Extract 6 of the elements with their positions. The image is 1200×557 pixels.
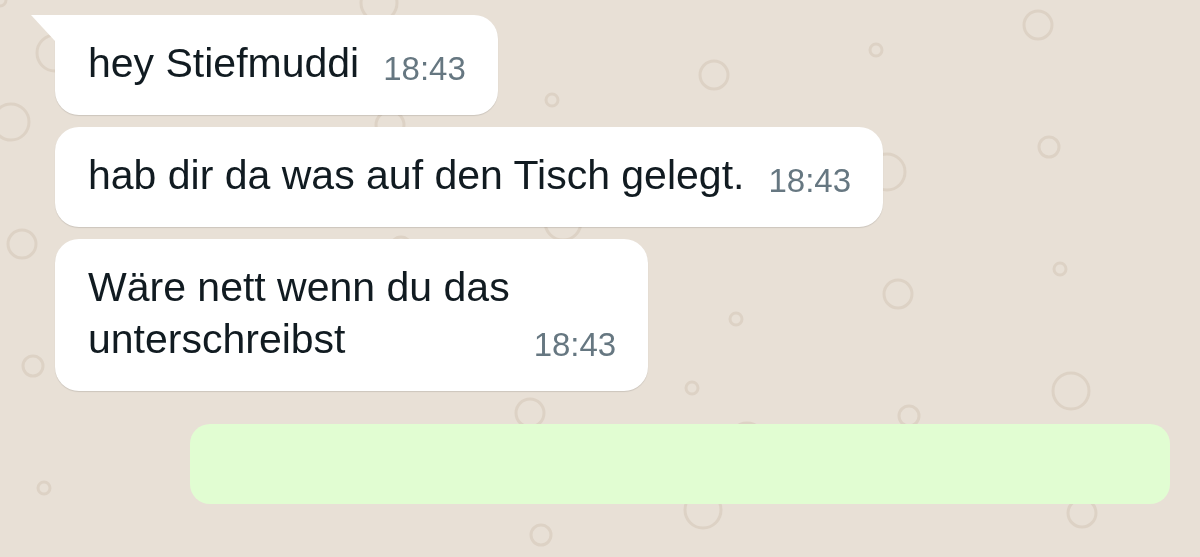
message-text: Wäre nett wenn du das unterschreibst bbox=[88, 263, 510, 364]
message-time: 18:43 bbox=[533, 325, 617, 365]
message-time: 18:43 bbox=[383, 49, 466, 89]
message-text: hey Stiefmuddi bbox=[88, 39, 360, 88]
message-text: hab dir da was auf den Tisch gelegt. bbox=[88, 151, 745, 200]
message-time: 18:43 bbox=[768, 161, 851, 201]
